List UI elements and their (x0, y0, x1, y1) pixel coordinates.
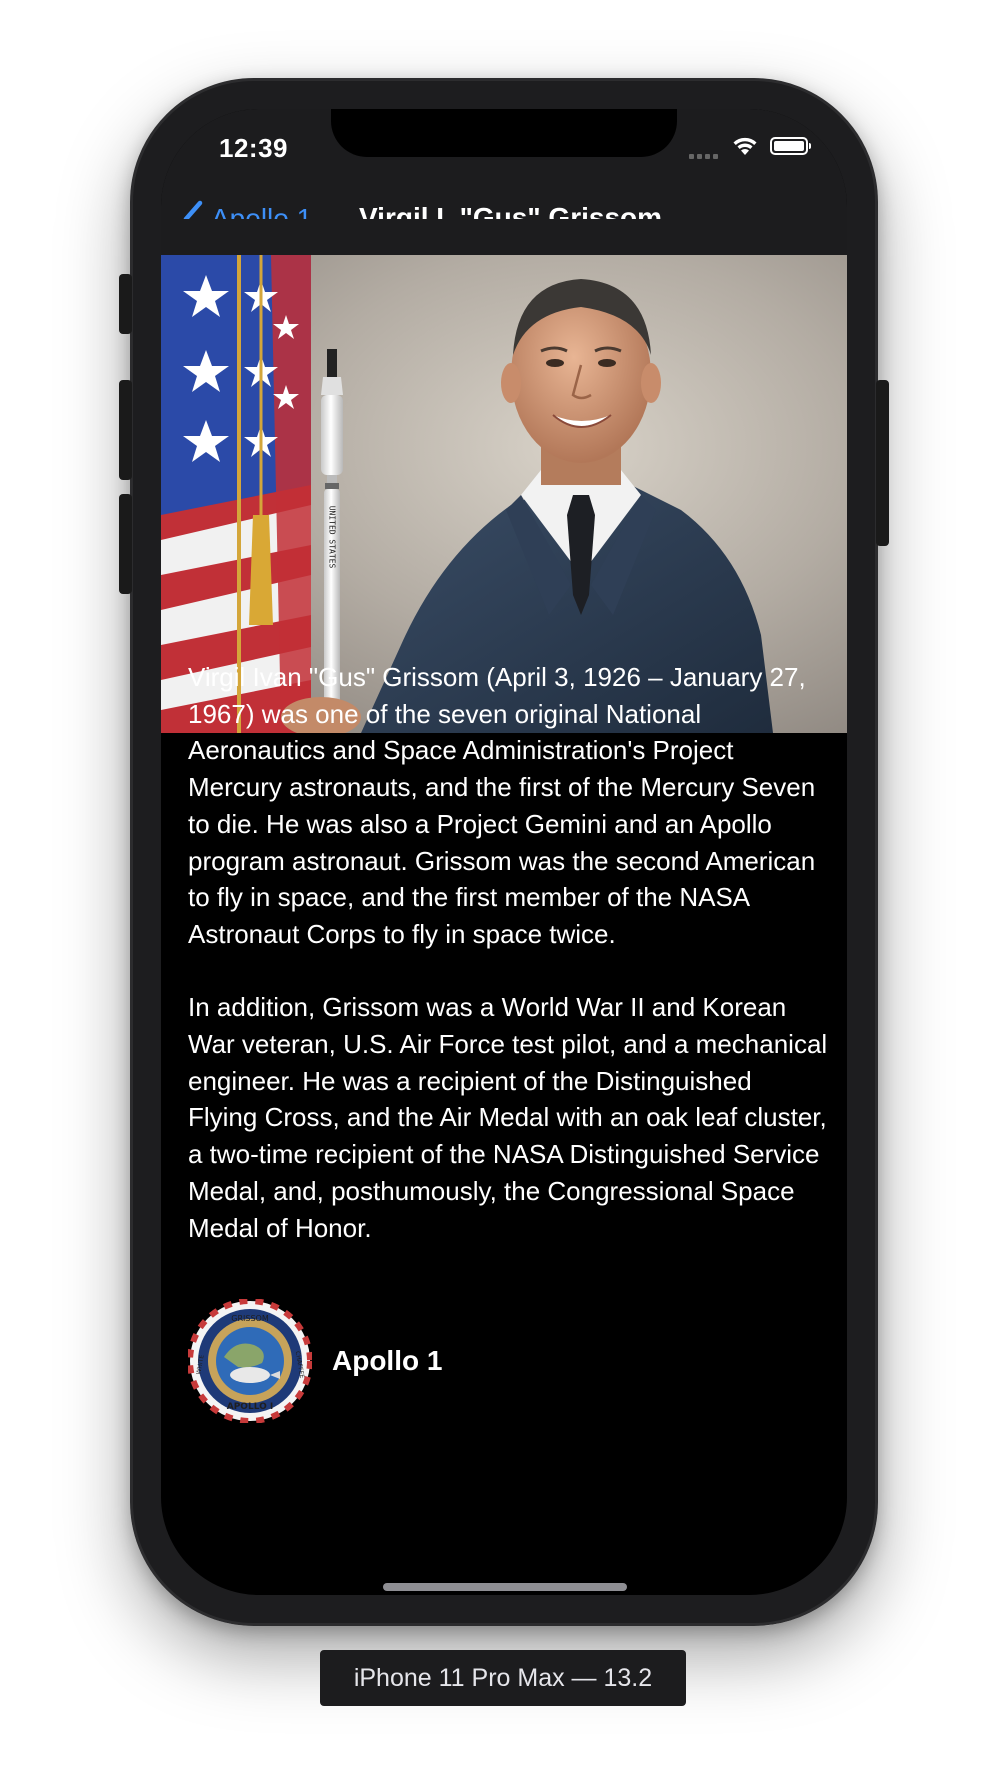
screen: 12:39 Apollo 1 Virgil I. "Gus" Grissom (161, 109, 847, 1595)
mute-switch (119, 274, 132, 334)
mission-row[interactable]: GRISSOM WHITE CHAFFEE APOLLO I Apollo 1 (188, 1299, 828, 1423)
biography-paragraph-1: Virgil Ivan "Gus" Grissom (April 3, 1926… (188, 662, 816, 949)
patch-text-bottom: APOLLO I (227, 1402, 274, 1412)
home-indicator[interactable] (383, 1583, 627, 1591)
apollo-1-patch-icon: GRISSOM WHITE CHAFFEE APOLLO I (188, 1299, 312, 1423)
navigation-bar-bottom (161, 219, 847, 255)
mission-label: Apollo 1 (332, 1345, 443, 1376)
biography-paragraph-2: In addition, Grissom was a World War II … (188, 992, 828, 1243)
biography: Virgil Ivan "Gus" Grissom (April 3, 1926… (188, 659, 828, 1283)
power-button (876, 380, 889, 546)
volume-up-button (119, 380, 132, 480)
device-label: iPhone 11 Pro Max — 13.2 (320, 1650, 686, 1706)
patch-text-top: GRISSOM (231, 1314, 269, 1323)
rocket-text: UNITED STATES (328, 506, 337, 569)
volume-down-button (119, 494, 132, 594)
